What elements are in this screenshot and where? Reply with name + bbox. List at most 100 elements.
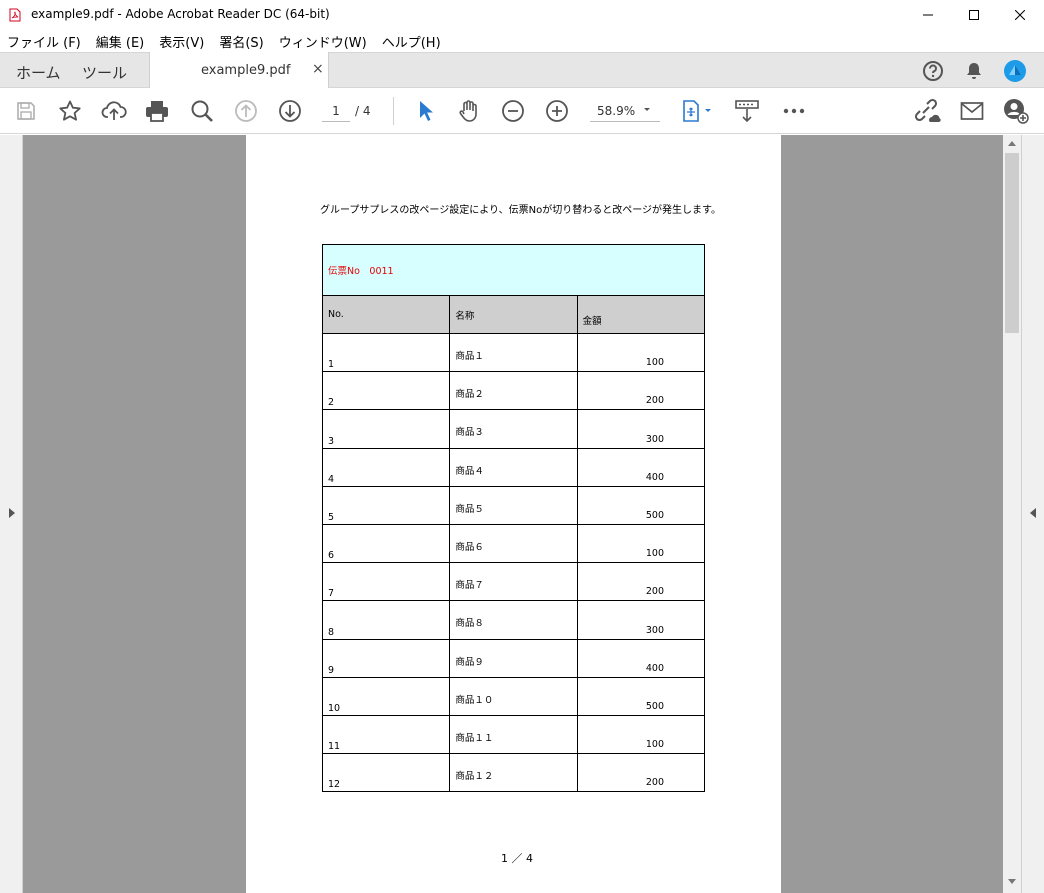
row-amount: 500 bbox=[576, 676, 706, 716]
account-button[interactable] bbox=[1002, 58, 1028, 84]
scroll-down-icon bbox=[1008, 879, 1016, 884]
tab-close-button[interactable]: × bbox=[312, 61, 324, 77]
share-link-button[interactable] bbox=[913, 98, 941, 124]
tab-tools[interactable]: ツール bbox=[82, 62, 127, 83]
row-name: 商品５ bbox=[449, 485, 578, 525]
save-icon bbox=[17, 102, 35, 120]
maximize-icon bbox=[969, 10, 979, 20]
row-no: 8 bbox=[321, 600, 451, 640]
row-amount: 100 bbox=[576, 332, 706, 373]
page-up-icon bbox=[235, 100, 257, 122]
previous-page-button[interactable] bbox=[232, 98, 260, 124]
page-down-icon bbox=[279, 100, 301, 122]
chevron-down-icon bbox=[644, 108, 650, 111]
table-row: 12 商品１２ 200 bbox=[321, 753, 706, 793]
header-amount: 金額 bbox=[576, 295, 706, 334]
row-amount: 400 bbox=[576, 447, 706, 487]
document-view[interactable]: グループサプレスの改ページ設定により、伝票Noが切り替わると改ページが発生します… bbox=[0, 135, 1044, 893]
zoom-in-button[interactable] bbox=[543, 98, 571, 124]
row-name: 商品４ bbox=[449, 447, 578, 487]
print-icon bbox=[146, 101, 168, 122]
zoom-value: 58.9% bbox=[597, 104, 636, 118]
row-name: 商品９ bbox=[449, 638, 578, 678]
print-button[interactable] bbox=[143, 98, 171, 124]
table-row: 6 商品６ 100 bbox=[321, 523, 706, 564]
email-button[interactable] bbox=[958, 98, 986, 124]
scroll-mode-button[interactable] bbox=[733, 98, 761, 124]
row-no: 2 bbox=[321, 371, 451, 411]
slip-number: 伝票No 0011 bbox=[322, 244, 705, 296]
bookmark-button[interactable] bbox=[56, 98, 84, 124]
table-row: 7 商品７ 200 bbox=[321, 562, 706, 602]
zoom-search-icon bbox=[191, 100, 213, 122]
pdf-file-icon bbox=[9, 8, 21, 22]
scrollbar-thumb[interactable] bbox=[1005, 153, 1019, 333]
close-button[interactable] bbox=[997, 0, 1043, 30]
slip-header-row: 伝票No 0011 bbox=[322, 244, 705, 296]
add-user-icon bbox=[1004, 99, 1029, 124]
slip-table: 伝票No 0011 No. 名称 金額 1 商品１ 100 2 商品２ 200 bbox=[321, 244, 706, 793]
upload-button[interactable] bbox=[100, 98, 128, 124]
row-no: 1 bbox=[321, 332, 451, 373]
row-amount: 200 bbox=[576, 562, 706, 602]
next-page-button[interactable] bbox=[276, 98, 304, 124]
vertical-scrollbar[interactable] bbox=[1003, 135, 1021, 893]
add-user-button[interactable] bbox=[1002, 98, 1030, 124]
table-row: 4 商品４ 400 bbox=[321, 447, 706, 487]
page-number-input[interactable] bbox=[322, 100, 350, 122]
scroll-up-icon bbox=[1008, 141, 1016, 146]
menu-edit[interactable]: 編集 (E) bbox=[96, 32, 145, 51]
menu-sign[interactable]: 署名(S) bbox=[219, 32, 263, 51]
tab-home[interactable]: ホーム bbox=[16, 62, 61, 83]
account-icon bbox=[1004, 60, 1026, 82]
right-panel-toggle[interactable] bbox=[1021, 135, 1044, 893]
help-button[interactable] bbox=[920, 58, 946, 84]
close-icon bbox=[1015, 10, 1025, 20]
more-icon bbox=[783, 108, 805, 114]
pdf-page: グループサプレスの改ページ設定により、伝票Noが切り替わると改ページが発生します… bbox=[246, 135, 781, 893]
tab-document[interactable]: example9.pdf × bbox=[149, 52, 329, 89]
row-no: 3 bbox=[321, 409, 451, 449]
fit-page-button[interactable] bbox=[678, 98, 716, 124]
hand-icon bbox=[459, 100, 477, 122]
title-bar: example9.pdf - Adobe Acrobat Reader DC (… bbox=[0, 0, 1044, 30]
row-amount: 400 bbox=[576, 638, 706, 678]
bell-icon bbox=[967, 63, 981, 79]
row-name: 商品６ bbox=[449, 523, 578, 564]
chevron-right-icon bbox=[9, 508, 15, 518]
menu-view[interactable]: 表示(V) bbox=[159, 32, 204, 51]
row-amount: 200 bbox=[576, 753, 706, 793]
page-total: / 4 bbox=[355, 104, 371, 118]
toolbar-divider bbox=[393, 97, 394, 125]
minimize-icon bbox=[923, 14, 933, 16]
hand-tool-button[interactable] bbox=[455, 98, 483, 124]
row-no: 10 bbox=[321, 676, 451, 716]
more-tools-button[interactable] bbox=[780, 98, 808, 124]
save-button[interactable] bbox=[12, 98, 40, 124]
mail-icon bbox=[960, 102, 984, 120]
table-row: 1 商品１ 100 bbox=[321, 332, 706, 373]
table-row: 10 商品１０ 500 bbox=[321, 676, 706, 716]
left-panel-toggle[interactable] bbox=[0, 135, 23, 893]
table-row: 11 商品１１ 100 bbox=[321, 714, 706, 755]
table-row: 2 商品２ 200 bbox=[321, 371, 706, 411]
row-no: 7 bbox=[321, 562, 451, 602]
menu-window[interactable]: ウィンドウ(W) bbox=[279, 32, 367, 51]
zoom-dropdown[interactable]: 58.9% bbox=[590, 100, 660, 122]
minimize-button[interactable] bbox=[905, 0, 951, 30]
header-name: 名称 bbox=[449, 295, 578, 334]
maximize-button[interactable] bbox=[951, 0, 997, 30]
row-no: 6 bbox=[321, 523, 451, 564]
notifications-button[interactable] bbox=[961, 58, 987, 84]
star-icon bbox=[59, 100, 81, 121]
row-name: 商品７ bbox=[449, 562, 578, 602]
menu-file[interactable]: ファイル (F) bbox=[7, 32, 81, 51]
row-name: 商品１０ bbox=[449, 676, 578, 716]
find-button[interactable] bbox=[188, 98, 216, 124]
row-no: 9 bbox=[321, 638, 451, 678]
zoom-out-button[interactable] bbox=[499, 98, 527, 124]
menu-help[interactable]: ヘルプ(H) bbox=[382, 32, 441, 51]
row-no: 11 bbox=[321, 714, 451, 755]
select-cursor-icon bbox=[420, 101, 433, 121]
select-tool-button[interactable] bbox=[412, 98, 440, 124]
